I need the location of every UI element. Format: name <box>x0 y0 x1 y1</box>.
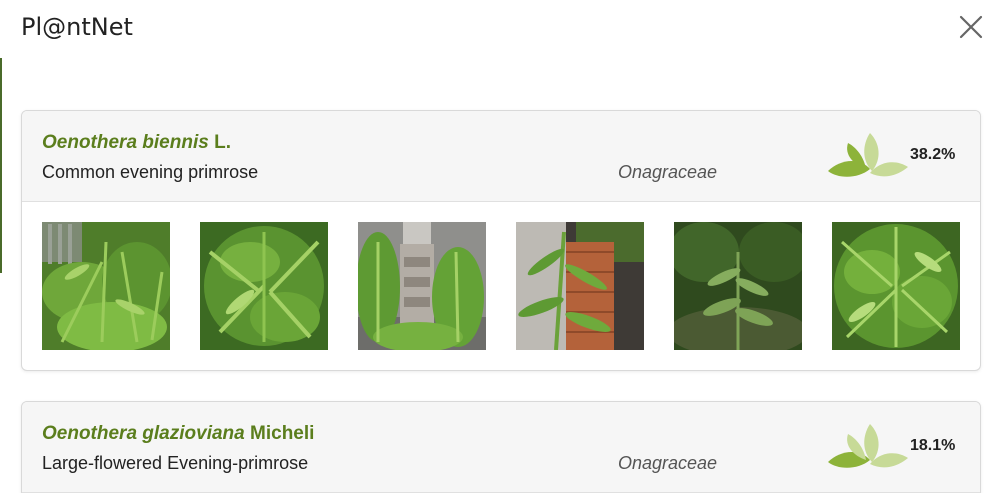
score-percentage: 18.1% <box>910 437 956 454</box>
result-card-header: Oenothera glazioviana Micheli Large-flow… <box>22 402 980 493</box>
species-name: Oenothera glazioviana <box>42 423 245 444</box>
window-edge <box>0 58 2 273</box>
plant-photo[interactable] <box>832 222 960 350</box>
result-card[interactable]: Oenothera biennis L. Common evening prim… <box>21 110 981 371</box>
plant-photo[interactable] <box>516 222 644 350</box>
header: Pl@ntNet <box>0 0 989 56</box>
result-card[interactable]: Oenothera glazioviana Micheli Large-flow… <box>21 401 981 493</box>
plant-photo[interactable] <box>674 222 802 350</box>
plant-photo[interactable] <box>200 222 328 350</box>
result-card-header: Oenothera biennis L. Common evening prim… <box>22 111 980 202</box>
common-name: Common evening primrose <box>42 162 259 182</box>
species-author: L. <box>214 132 231 153</box>
plant-photo[interactable] <box>42 222 170 350</box>
common-name: Large-flowered Evening-primrose <box>42 453 309 473</box>
image-gallery <box>42 222 962 350</box>
scientific-name[interactable]: Oenothera biennis L. <box>42 132 231 154</box>
plant-photo[interactable] <box>358 222 486 350</box>
species-name: Oenothera biennis <box>42 132 209 153</box>
score-percentage: 38.2% <box>910 146 956 163</box>
family-name: Onagraceae <box>618 453 718 473</box>
leaf-score-icon <box>828 133 908 177</box>
close-icon <box>959 15 983 39</box>
family-name: Onagraceae <box>618 162 718 182</box>
close-button[interactable] <box>958 14 984 40</box>
scientific-name[interactable]: Oenothera glazioviana Micheli <box>42 423 314 445</box>
app-title: Pl@ntNet <box>21 13 133 41</box>
species-author: Micheli <box>250 423 315 444</box>
leaf-score-icon <box>828 424 908 468</box>
